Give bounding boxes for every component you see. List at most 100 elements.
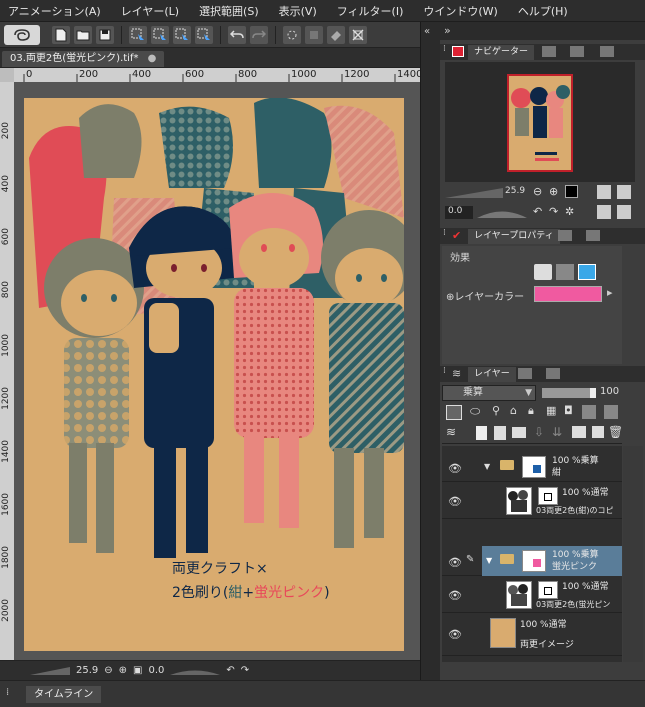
navigator-zoom-slider[interactable] (445, 185, 503, 199)
lock-transparency-icon[interactable]: ▦ (546, 404, 556, 417)
lock-icon[interactable]: 🔒︎ (528, 404, 534, 418)
eye-icon[interactable]: 👁︎ (444, 589, 466, 602)
artwork-canvas[interactable]: 両更クラフト× 2色刷り(紺+蛍光ピンク) (24, 98, 404, 651)
layer-color-swatch[interactable] (534, 286, 602, 302)
menu-filter[interactable]: フィルター(I) (337, 3, 404, 19)
fit-icon[interactable] (349, 25, 367, 44)
new-vector-layer-icon[interactable] (494, 426, 506, 440)
actual-size-icon[interactable] (565, 185, 578, 198)
layer-color-toggle-icon[interactable] (446, 405, 462, 420)
timeline-tab[interactable]: タイムライン (26, 686, 102, 703)
zoom-slider[interactable] (30, 666, 70, 676)
new-folder-icon[interactable] (512, 427, 526, 438)
create-mask-icon[interactable] (572, 426, 586, 438)
layer-color-arrow-icon[interactable]: ▸ (607, 286, 613, 299)
chevron-down-icon[interactable]: ▼ (486, 556, 492, 565)
eye-icon[interactable]: 👁︎ (444, 628, 466, 641)
reset-rotation-icon[interactable]: ✲ (565, 205, 574, 218)
animation-cel-icon[interactable] (518, 368, 532, 379)
navigator-tab[interactable]: ナビゲーター (468, 45, 535, 60)
eye-icon[interactable]: 👁︎ (444, 556, 466, 569)
layer-search-icon[interactable] (558, 230, 572, 241)
border-effect-icon[interactable] (534, 264, 552, 280)
blend-mode-select[interactable]: 乗算 ▼ (442, 385, 536, 401)
grip-icon[interactable]: ⁞ (443, 228, 446, 238)
rotate-right-icon[interactable]: ↷ (241, 665, 249, 676)
navigator-thumbnail[interactable] (507, 74, 573, 172)
layer-row-folder-navy[interactable]: 👁︎ ▼ 100 %乗算 紺 (442, 452, 622, 482)
subview-icon[interactable] (542, 46, 556, 57)
chevron-down-icon[interactable]: ▼ (484, 462, 490, 471)
tool-property-icon[interactable] (586, 230, 600, 241)
layer-row-base-image[interactable]: 👁︎ 100 %通常 両更イメージ (442, 614, 622, 656)
fill-icon[interactable] (327, 25, 345, 44)
layer-scrollbar[interactable] (623, 446, 643, 662)
layer-row-folder-pink[interactable]: 👁︎ ✎ ▼ 100 %乗算 蛍光ピンク (442, 546, 622, 576)
invert-selection-icon[interactable] (173, 25, 191, 44)
open-folder-icon[interactable] (74, 25, 92, 44)
zoom-out-icon[interactable]: ⊖ (104, 665, 112, 676)
dock-grip-icon[interactable]: ⁞ (6, 687, 9, 698)
document-tab[interactable]: 03.両更2色(蛍光ピンク).tif* ● (2, 51, 165, 67)
rotate-left-icon[interactable]: ↶ (226, 665, 234, 676)
history-icon[interactable] (546, 368, 560, 379)
fit-icon[interactable]: ▣ (133, 665, 142, 676)
zoom-out-icon[interactable]: ⊖ (533, 185, 542, 198)
layer-property-tab[interactable]: レイヤープロパティ (468, 229, 560, 244)
eye-icon[interactable]: 👁︎ (444, 495, 466, 508)
flip-icon[interactable] (617, 185, 631, 199)
navigator-rotate-slider[interactable] (477, 205, 527, 219)
close-tab-icon[interactable]: ● (148, 53, 157, 64)
select-all-icon[interactable] (129, 25, 147, 44)
rotate-left-icon[interactable]: ↶ (533, 205, 542, 218)
zoom-in-icon[interactable]: ⊕ (119, 665, 127, 676)
eye-icon[interactable]: 👁︎ (444, 462, 466, 475)
grip-icon[interactable]: ⁞ (443, 366, 446, 376)
flip-vertical-icon[interactable] (617, 205, 631, 219)
transform-icon[interactable] (283, 25, 301, 44)
collapse-icon[interactable]: « (424, 26, 430, 37)
expand-icon[interactable]: » (444, 24, 451, 37)
clip-icon[interactable]: ⬭ (470, 404, 480, 419)
save-icon[interactable] (96, 25, 114, 44)
tone-effect-icon[interactable] (556, 264, 574, 280)
crop-icon[interactable] (305, 25, 323, 44)
menu-animation[interactable]: アニメーション(A) (8, 3, 101, 19)
menu-layer[interactable]: レイヤー(L) (121, 3, 179, 19)
reference-icon[interactable]: ⚲ (492, 404, 500, 417)
layer-tab[interactable]: レイヤー (468, 367, 516, 382)
item-bank-icon[interactable] (570, 46, 584, 57)
selection-tool-icon[interactable] (195, 25, 213, 44)
layer-stack-icon[interactable]: ≋ (446, 425, 456, 439)
new-raster-layer-icon[interactable] (476, 426, 487, 440)
menu-view[interactable]: 表示(V) (279, 3, 317, 19)
zoom-in-icon[interactable]: ⊕ (549, 185, 558, 198)
opacity-slider[interactable] (542, 388, 596, 398)
apply-mask-icon[interactable] (592, 426, 604, 438)
grip-icon[interactable]: ⁞ (443, 44, 446, 54)
redo-icon[interactable] (250, 25, 268, 44)
fit-window-icon[interactable] (597, 185, 611, 199)
layer-color-effect-icon[interactable] (578, 264, 596, 280)
transfer-down-icon[interactable]: ⇩ (534, 425, 544, 439)
draft-icon[interactable]: ⌂ (510, 404, 517, 417)
menu-help[interactable]: ヘルプ(H) (518, 3, 568, 19)
flip-horizontal-icon[interactable] (597, 205, 611, 219)
deselect-icon[interactable] (151, 25, 169, 44)
edit-icon[interactable] (604, 405, 618, 419)
menu-selection[interactable]: 選択範囲(S) (199, 3, 259, 19)
mask-icon[interactable]: ◘ (564, 404, 573, 417)
app-logo-button[interactable] (4, 24, 40, 45)
navigator-preview-area[interactable] (445, 62, 635, 182)
new-file-icon[interactable] (52, 25, 70, 44)
layer-row-navy-copy[interactable]: 👁︎ 100 %通常 03両更2色(紺)のコピ (442, 483, 622, 519)
ruler-range-icon[interactable] (582, 405, 596, 419)
delete-layer-icon[interactable]: 🗑︎ (608, 425, 623, 439)
undo-icon[interactable] (228, 25, 246, 44)
rotation-slider[interactable] (170, 666, 221, 676)
rotate-right-icon[interactable]: ↷ (549, 205, 558, 218)
menu-window[interactable]: ウインドウ(W) (423, 3, 497, 19)
material-icon[interactable] (600, 46, 614, 57)
merge-down-icon[interactable]: ⇊ (552, 425, 562, 439)
layer-row-pink-raster[interactable]: 👁︎ 100 %通常 03両更2色(蛍光ピン (442, 577, 622, 613)
